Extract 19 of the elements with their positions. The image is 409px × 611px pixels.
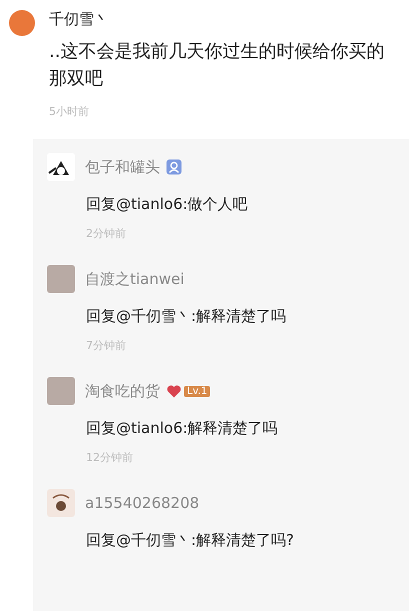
heart-icon <box>166 383 182 399</box>
author-name[interactable]: 包子和罐头 <box>85 158 160 176</box>
reply-text: 回复@千仞雪丶:解释清楚了吗 <box>86 307 288 326</box>
timestamp: 2分钟前 <box>86 226 127 241</box>
member-badge-icon <box>166 159 182 175</box>
user-avatar[interactable] <box>47 153 75 181</box>
reply-text: 回复@tianlo6:解释清楚了吗 <box>86 419 279 438</box>
timestamp: 12分钟前 <box>86 450 134 465</box>
reply-text: 回复@tianlo6:做个人吧 <box>86 195 249 214</box>
reply-text: 回复@千仞雪丶:解释清楚了吗? <box>86 531 296 550</box>
timestamp: 7分钟前 <box>86 338 127 353</box>
author-name[interactable]: a15540268208 <box>85 494 200 512</box>
author-name[interactable]: 淘食吃的货 <box>85 382 160 400</box>
level-badge: Lv.1 <box>184 386 210 396</box>
timestamp: 5小时前 <box>49 104 90 119</box>
author-name[interactable]: 自渡之tianwei <box>85 270 184 288</box>
author-name[interactable]: 千仞雪丶 <box>49 8 401 30</box>
user-avatar[interactable] <box>47 489 75 517</box>
comment-text: ..这不会是我前几天你过生的时候给你买的那双吧 <box>49 40 386 91</box>
